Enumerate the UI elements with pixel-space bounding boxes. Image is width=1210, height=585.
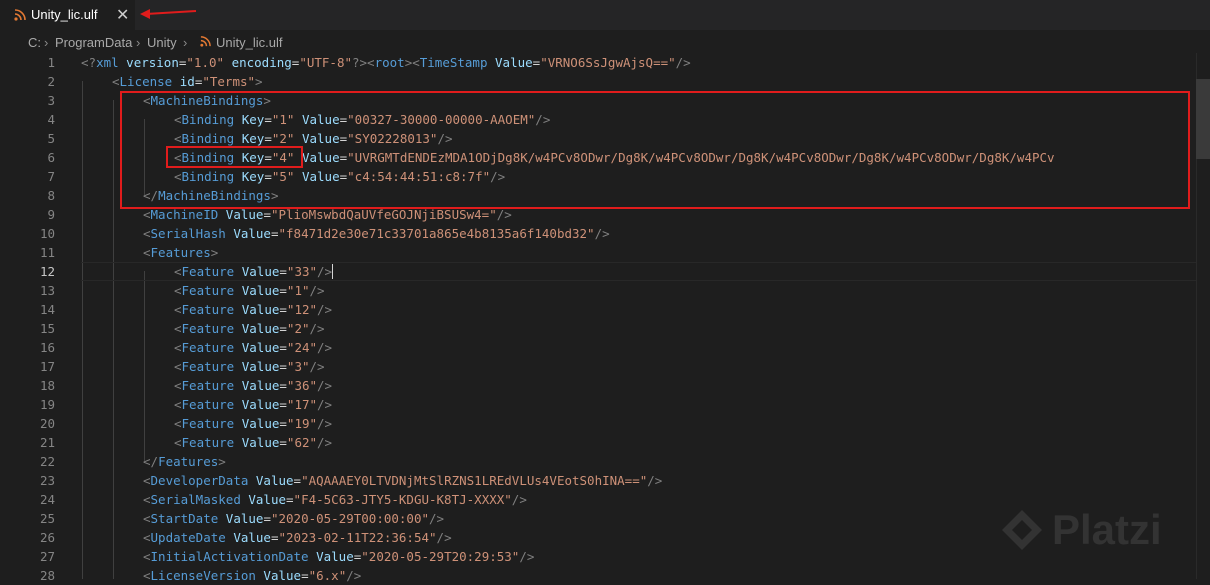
line-number: 11: [39, 245, 55, 260]
line-number: 26: [39, 530, 55, 545]
code-line-16: <Feature Value="24"/>: [174, 340, 333, 355]
tab-label: Unity_lic.ulf: [31, 7, 98, 22]
line-number: 16: [39, 340, 55, 355]
code-editor[interactable]: 1 2 3 4 5 6 7 8 9 10 11 12 13 14 15 16 17 18 19 20 21 22 23 24 2…: [0, 53, 1210, 583]
line-number: 13: [39, 283, 55, 298]
breadcrumb-programdata[interactable]: ProgramData: [55, 35, 132, 50]
line-number: 18: [39, 378, 55, 393]
red-arrow-annotation: [140, 9, 197, 19]
line-number: 25: [39, 511, 55, 526]
code-line-17: <Feature Value="3"/>: [174, 359, 325, 374]
line-number: 5: [47, 131, 55, 146]
code-line-1: <?xml version="1.0" encoding="UTF-8"?><r…: [81, 55, 691, 70]
code-line-25: <StartDate Value="2020-05-29T00:00:00"/>: [143, 511, 445, 526]
line-number: 19: [39, 397, 55, 412]
line-number: 10: [39, 226, 55, 241]
line-number: 12: [39, 264, 55, 279]
indent-guide: [113, 100, 114, 579]
line-number: 17: [39, 359, 55, 374]
line-number: 27: [39, 549, 55, 564]
code-line-12: <Feature Value="33"/>: [174, 264, 334, 279]
code-line-19: <Feature Value="17"/>: [174, 397, 333, 412]
line-number: 28: [39, 568, 55, 583]
indent-guide: [82, 81, 83, 579]
rss-file-icon: [200, 36, 211, 47]
close-icon[interactable]: ✕: [116, 5, 129, 25]
rss-file-icon: [14, 9, 26, 21]
line-number: 2: [47, 74, 55, 89]
code-line-11: <Features>: [143, 245, 219, 260]
breadcrumb-file[interactable]: Unity_lic.ulf: [216, 35, 282, 50]
code-line-13: <Feature Value="1"/>: [174, 283, 325, 298]
line-number: 1: [47, 55, 55, 70]
line-number: 6: [47, 150, 55, 165]
code-line-15: <Feature Value="2"/>: [174, 321, 325, 336]
platzi-logo-icon: [1002, 510, 1042, 550]
line-number: 7: [47, 169, 55, 184]
line-number: 15: [39, 321, 55, 336]
line-number: 20: [39, 416, 55, 431]
line-number: 21: [39, 435, 55, 450]
code-line-23: <DeveloperData Value="AQAAAEY0LTVDNjMtSl…: [143, 473, 663, 488]
code-line-28: <LicenseVersion Value="6.x"/>: [143, 568, 362, 583]
code-line-22: </Features>: [143, 454, 226, 469]
line-number: 14: [39, 302, 55, 317]
code-line-10: <SerialHash Value="f8471d2e30e71c33701a8…: [143, 226, 610, 241]
breadcrumb-drive[interactable]: C:: [28, 35, 41, 50]
indent-guide: [144, 271, 145, 461]
line-number: 9: [47, 207, 55, 222]
scrollbar-thumb[interactable]: [1196, 79, 1210, 159]
code-line-24: <SerialMasked Value="F4-5C63-JTY5-KDGU-K…: [143, 492, 527, 507]
breadcrumb-separator: ›: [44, 35, 49, 50]
platzi-watermark: Platzi: [1052, 506, 1162, 553]
breadcrumb-separator: ›: [183, 35, 188, 50]
line-number: 22: [39, 454, 55, 469]
line-number: 24: [39, 492, 55, 507]
tab-unity-lic[interactable]: Unity_lic.ulf ✕: [0, 0, 135, 30]
line-number: 4: [47, 112, 55, 127]
line-number: 23: [39, 473, 55, 488]
breadcrumb: C: › ProgramData › Unity › Unity_lic.ulf: [0, 30, 1210, 54]
code-line-2: <License id="Terms">: [112, 74, 263, 89]
code-line-27: <InitialActivationDate Value="2020-05-29…: [143, 549, 535, 564]
text-cursor: [332, 264, 334, 279]
code-line-14: <Feature Value="12"/>: [174, 302, 333, 317]
binding-key-4-highlight-box: [166, 146, 303, 168]
code-line-26: <UpdateDate Value="2023-02-11T22:36:54"/…: [143, 530, 452, 545]
breadcrumb-separator: ›: [136, 35, 141, 50]
code-line-18: <Feature Value="36"/>: [174, 378, 333, 393]
breadcrumb-unity[interactable]: Unity: [147, 35, 177, 50]
line-number: 3: [47, 93, 55, 108]
code-line-21: <Feature Value="62"/>: [174, 435, 333, 450]
code-line-20: <Feature Value="19"/>: [174, 416, 333, 431]
line-number: 8: [47, 188, 55, 203]
